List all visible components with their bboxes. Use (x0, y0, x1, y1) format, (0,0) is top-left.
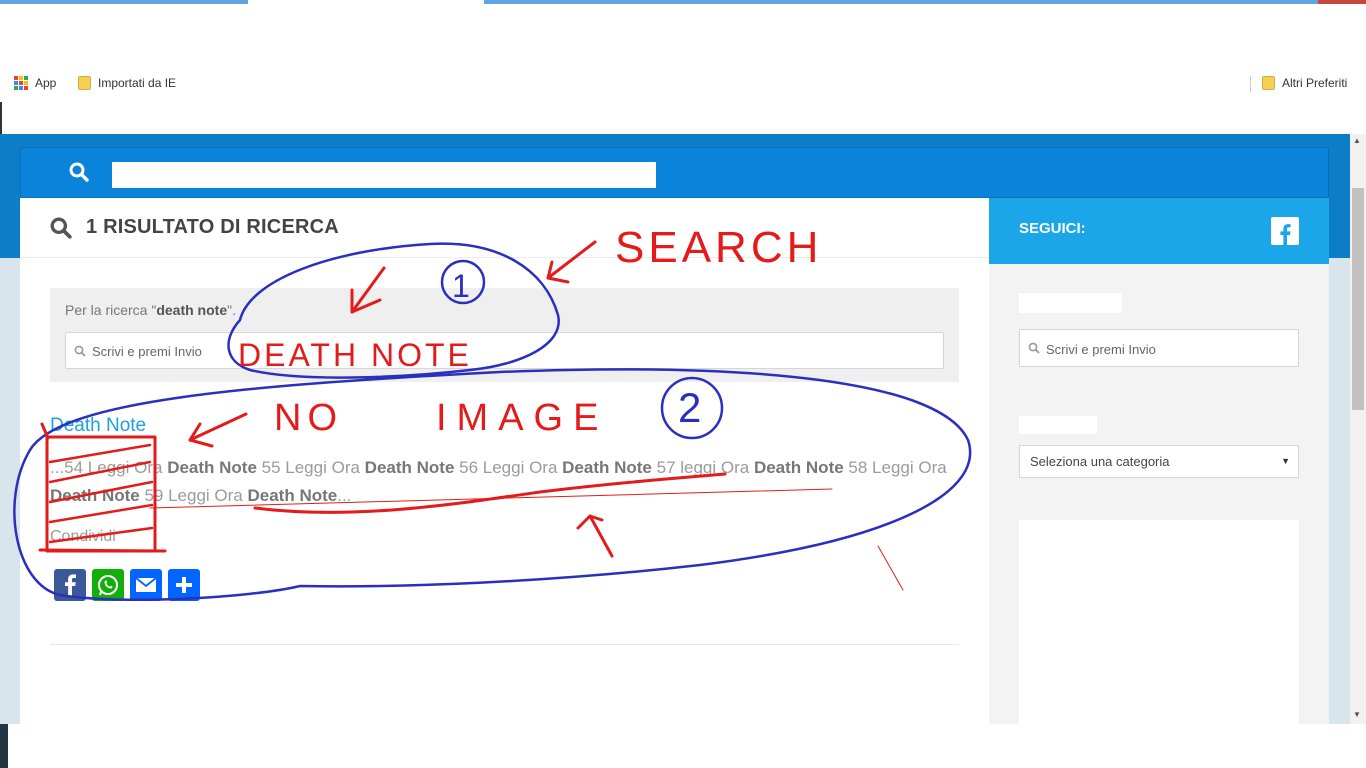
content-search-field[interactable] (65, 332, 944, 369)
email-share-button[interactable] (130, 569, 162, 601)
folder-icon (1262, 76, 1275, 90)
taskbar-edge (0, 724, 1366, 768)
excerpt-highlight: Death Note (364, 458, 455, 477)
excerpt-text: ...54 Leggi Ora (50, 458, 168, 477)
scroll-up-icon[interactable]: ▲ (1353, 136, 1361, 145)
email-icon (135, 577, 157, 592)
whatsapp-share-button[interactable] (92, 569, 124, 601)
share-label: Condividi (50, 528, 116, 545)
search-icon (74, 345, 86, 357)
excerpt-text: 55 Leggi Ora (256, 458, 365, 477)
category-select[interactable]: Seleziona una categoria ▼ (1019, 445, 1299, 478)
search-again-box: Per la ricerca "death note". (50, 288, 959, 382)
facebook-share-button[interactable] (54, 569, 86, 601)
bookmarks-bar: App Importati da IE Altri Preferiti (0, 66, 1366, 102)
sidebar-search-field[interactable] (1019, 329, 1299, 367)
excerpt-highlight: Death Note (50, 486, 140, 505)
widget-heading-placeholder (1019, 293, 1122, 313)
search-icon (1028, 342, 1040, 354)
browser-content-edge (0, 102, 1366, 134)
sidebar: SEGUICI: Seleziona una categoria ▼ (989, 198, 1329, 724)
bookmark-altri-preferiti[interactable]: Altri Preferiti (1262, 76, 1347, 90)
excerpt-text: 58 Leggi Ora (843, 458, 947, 477)
bookmark-label: Altri Preferiti (1282, 76, 1348, 90)
page-title: 1 RISULTATO DI RICERCA (86, 216, 339, 238)
excerpt-text: ... (337, 486, 352, 505)
share-buttons (54, 569, 200, 601)
follow-bar: SEGUICI: (989, 198, 1329, 264)
results-header: 1 RISULTATO DI RICERCA (20, 198, 989, 258)
excerpt-text: 57 leggi Ora (651, 458, 754, 477)
divider (50, 644, 959, 645)
bookmark-apps[interactable]: App (14, 76, 56, 90)
browser-toolbar (0, 4, 1366, 66)
excerpt-text: 56 Leggi Ora (454, 458, 563, 477)
facebook-icon[interactable] (1271, 217, 1299, 245)
search-query: death note (156, 302, 228, 318)
search-input[interactable] (92, 339, 932, 363)
scroll-down-icon[interactable]: ▼ (1353, 710, 1361, 719)
facebook-icon (65, 574, 76, 596)
site-search-input[interactable] (112, 162, 656, 188)
follow-label: SEGUICI: (1019, 220, 1086, 237)
plus-icon (176, 577, 192, 593)
excerpt-text: 59 Leggi Ora (139, 486, 248, 505)
result-title-link[interactable]: Death Note (50, 415, 146, 437)
bookmarks-separator (1250, 76, 1251, 92)
search-icon[interactable] (69, 162, 89, 182)
category-select-value: Seleziona una categoria (1030, 454, 1170, 469)
apps-grid-icon (14, 76, 28, 90)
search-query-label: Per la ricerca "death note". (65, 302, 236, 318)
widget-heading-placeholder (1019, 416, 1097, 434)
excerpt-highlight: Death Note (167, 458, 257, 477)
excerpt-highlight: Death Note (247, 486, 338, 505)
excerpt-highlight: Death Note (753, 458, 844, 477)
more-share-button[interactable] (168, 569, 200, 601)
whatsapp-icon (98, 575, 118, 596)
bookmark-label: App (35, 76, 57, 90)
dropdown-arrow-icon: ▼ (1281, 456, 1290, 466)
sidebar-widget-box (1019, 520, 1299, 724)
folder-icon (78, 76, 91, 90)
scroll-thumb[interactable] (1352, 188, 1364, 410)
page-scrollbar[interactable]: ▲ ▼ (1350, 134, 1366, 724)
search-icon (50, 217, 72, 239)
sidebar-search-input[interactable] (1046, 337, 1291, 361)
site-search-bar (20, 147, 1329, 198)
main-content: 1 RISULTATO DI RICERCA Per la ricerca "d… (20, 198, 989, 724)
bookmark-label: Importati da IE (98, 76, 177, 90)
excerpt-highlight: Death Note (562, 458, 652, 477)
bookmark-importati-da-ie[interactable]: Importati da IE (78, 76, 176, 90)
result-excerpt: ...54 Leggi Ora Death Note 55 Leggi Ora … (50, 454, 960, 510)
